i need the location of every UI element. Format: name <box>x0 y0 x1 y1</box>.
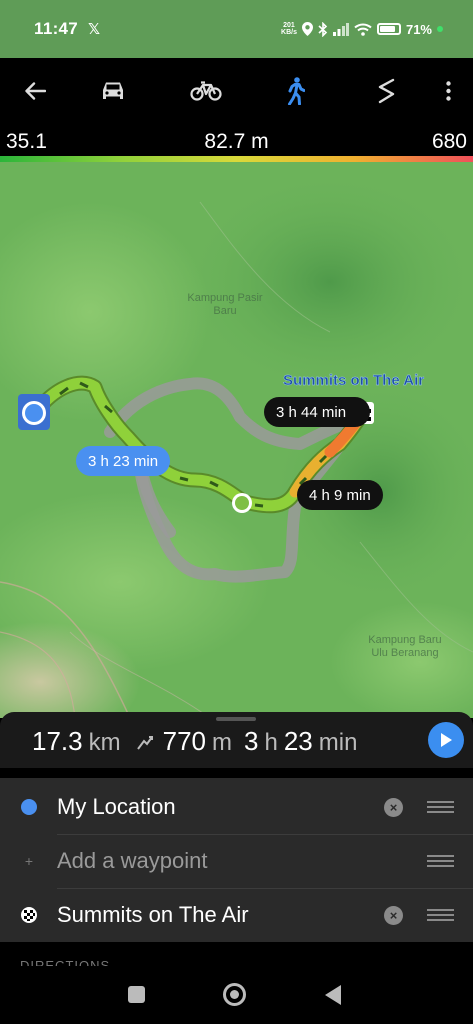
ascent-unit: m <box>212 729 232 756</box>
minutes-unit: min <box>318 729 358 756</box>
distance-value: 17.3 <box>32 726 83 756</box>
route-icon <box>378 78 395 104</box>
elevation-current: 82.7 m <box>204 130 269 153</box>
bicycle-mode-button[interactable] <box>186 58 226 124</box>
play-icon <box>441 733 452 747</box>
x-logo-icon: 𝕏 <box>88 21 101 38</box>
map-place-label: Kampung Baru Ulu Beranang <box>368 634 442 659</box>
network-speed: 201 KB/s <box>281 22 297 36</box>
route-time-alternative[interactable]: 4 h 9 min <box>297 480 383 510</box>
bicycle-icon <box>190 81 222 101</box>
home-icon[interactable] <box>223 983 246 1006</box>
route-options-button[interactable] <box>372 58 402 124</box>
location-dot-icon <box>20 798 38 816</box>
status-icons: 201 KB/s 71% <box>281 21 443 37</box>
clear-icon[interactable]: × <box>384 797 403 817</box>
routing-toolbar <box>0 58 473 124</box>
battery-icon <box>376 23 401 35</box>
waypoint-start[interactable]: My Location × <box>0 780 473 834</box>
privacy-indicator-dot <box>437 26 443 32</box>
distance-unit: km <box>88 729 121 756</box>
more-options-button[interactable] <box>438 58 458 124</box>
drag-handle[interactable] <box>216 717 256 721</box>
bluetooth-icon <box>318 21 328 37</box>
more-vertical-icon <box>445 81 451 101</box>
status-time: 11:47 <box>34 19 79 38</box>
status-bar: 11:47 𝕏 201 KB/s 71% <box>0 0 473 58</box>
location-icon <box>301 22 313 36</box>
elevation-profile-bar[interactable]: 35.1 82.7 m 680 <box>0 124 473 162</box>
map-place-label: Kampung Pasir Baru <box>187 292 263 317</box>
plus-icon: + <box>24 853 34 869</box>
system-navigation-bar <box>0 966 473 1024</box>
route-summary: 17.3 km 770 m 3 h 23 min <box>32 726 357 757</box>
car-icon <box>103 82 123 99</box>
wifi-icon <box>354 23 372 36</box>
checkered-flag-icon <box>20 906 38 924</box>
drag-handle-icon[interactable] <box>427 855 454 867</box>
start-navigation-button[interactable] <box>428 722 464 758</box>
ascent-icon <box>136 736 153 750</box>
back-button[interactable] <box>18 58 52 124</box>
drag-handle-icon[interactable] <box>427 801 454 813</box>
back-triangle-icon[interactable] <box>325 985 341 1005</box>
waypoint-destination[interactable]: Summits on The Air × <box>0 888 473 942</box>
walking-mode-button[interactable] <box>282 58 310 124</box>
walking-icon <box>288 77 305 105</box>
elevation-max: 680 <box>431 130 467 153</box>
waypoint-destination-label: Summits on The Air <box>57 902 249 927</box>
destination-map-label: Summits on The Air <box>283 372 425 389</box>
back-arrow-icon <box>25 82 46 100</box>
directions-header: DIRECTIONS <box>20 958 111 966</box>
recent-apps-icon[interactable] <box>128 986 145 1003</box>
add-waypoint-row[interactable]: + Add a waypoint <box>0 834 473 888</box>
duration-minutes: 23 <box>283 726 313 756</box>
add-waypoint-placeholder: Add a waypoint <box>57 848 208 873</box>
drag-handle-icon[interactable] <box>427 909 454 921</box>
ascent-value: 770 <box>162 726 206 756</box>
waypoint-start-label: My Location <box>57 794 176 819</box>
route-summary-bar[interactable]: 17.3 km 770 m 3 h 23 min <box>0 712 473 768</box>
waypoint-list: My Location × + Add a waypoint Summits o… <box>0 778 473 942</box>
map-view[interactable]: Kampung Pasir Baru Kampung Baru Ulu Bera… <box>0 162 473 718</box>
clear-icon[interactable]: × <box>384 905 403 925</box>
battery-percent: 71% <box>405 21 432 37</box>
route-time-alternative[interactable]: 3 h 44 min <box>264 397 371 427</box>
duration-hours: 3 <box>244 726 259 756</box>
hours-unit: h <box>264 729 278 756</box>
route-time-main[interactable]: 3 h 23 min <box>76 446 171 476</box>
signal-icon <box>332 22 349 36</box>
car-mode-button[interactable] <box>96 58 130 124</box>
